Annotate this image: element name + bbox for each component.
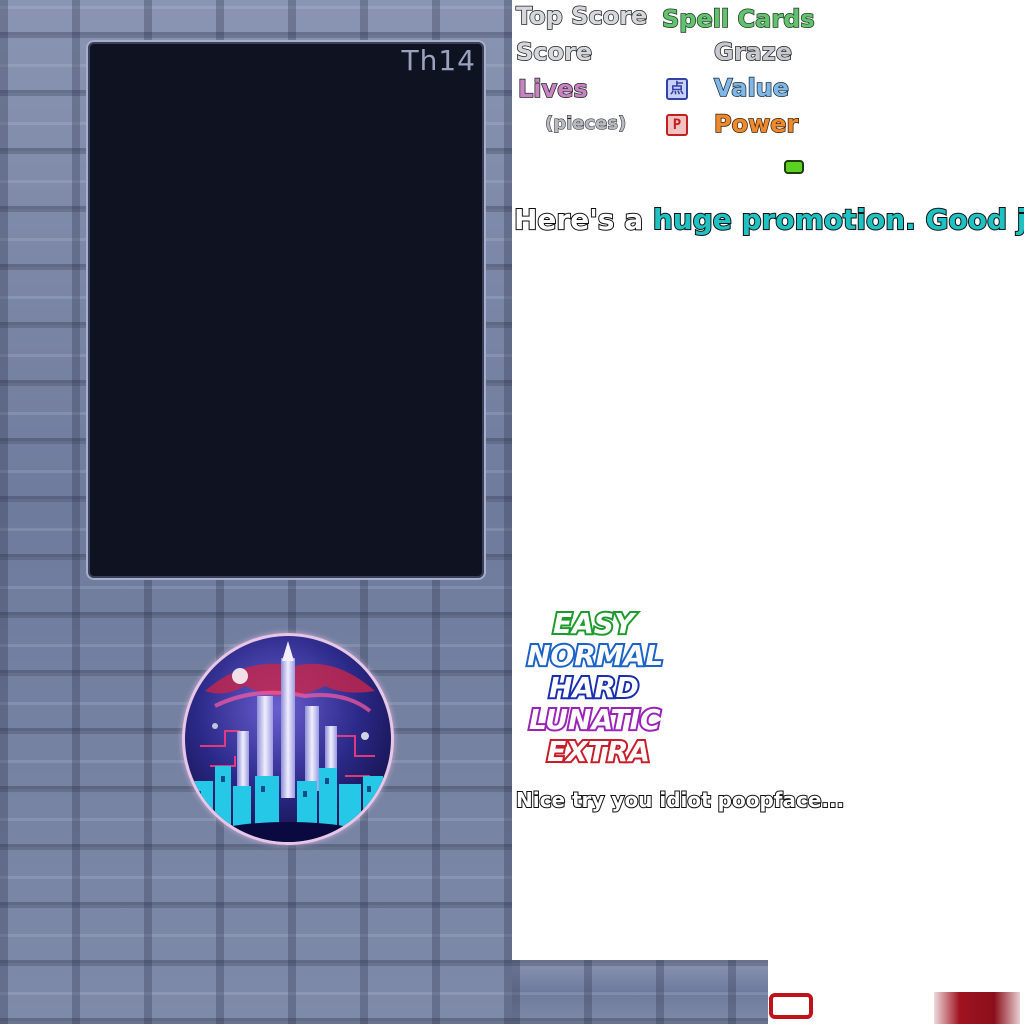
city-orb-emblem [182,633,394,845]
power-label: Power [713,110,799,138]
game-label: Th14 [401,44,476,77]
promotion-highlight: huge promotion. Good job! [652,203,1024,236]
difficulty-hard: HARD [547,671,641,704]
score-label: Score [515,38,593,66]
graze-label: Graze [713,38,792,66]
promotion-message: Here's a huge promotion. Good job! [513,203,1024,236]
difficulty-extra: EXTRA [545,735,652,768]
card-frame: Th14 [86,40,486,580]
red-gradient-bar [934,992,1020,1024]
promotion-prefix: Here's a [513,203,653,236]
point-item-icon: 点 [666,78,688,100]
spell-cards-label: Spell Cards [661,5,815,33]
taunt-message: Nice try you idiot poopface... [515,788,845,812]
city-orb-illustration [185,636,391,842]
green-pip-icon [784,160,804,174]
difficulty-normal: NORMAL [525,639,665,672]
background-building-strip [512,960,768,1024]
difficulty-lunatic: LUNATIC [527,703,663,736]
sprite-sheet: Th14 Top Score Score Lives (pieces) Spel… [0,0,1024,1024]
pieces-label: (pieces) [544,113,627,134]
difficulty-easy: EASY [551,607,636,640]
red-frame-sprite [769,993,813,1019]
top-score-label: Top Score [515,2,648,30]
lives-label: Lives [517,75,588,103]
value-label: Value [713,74,790,102]
power-item-icon: P [666,114,688,136]
